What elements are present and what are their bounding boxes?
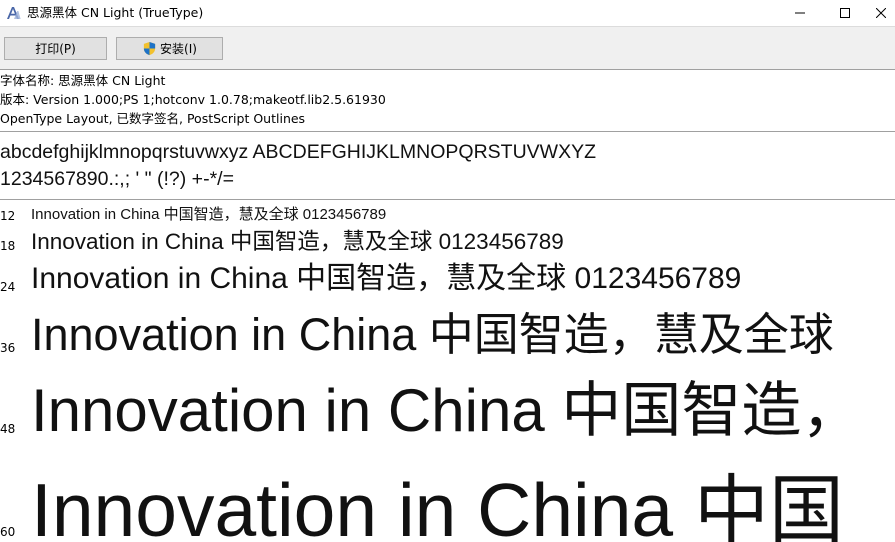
sample-text: Innovation in China 中国 [31,468,844,542]
size-label: 36 [0,341,16,355]
size-label: 12 [0,209,16,223]
sample-text: Innovation in China 中国智造，慧及全球 0123456789 [31,229,564,254]
size-label: 48 [0,422,16,436]
size-label: 24 [0,280,16,294]
sample-text: Innovation in China 中国智造，慧及全球 0123456789 [31,206,387,223]
size-samples: 12 Innovation in China 中国智造，慧及全球 0123456… [0,0,895,542]
size-label: 18 [0,239,16,253]
sample-text: Innovation in China 中国智造，慧及全球 0123456789 [31,262,742,295]
size-label: 60 [0,525,16,539]
sample-text: Innovation in China 中国智造，慧及全球 [31,309,834,360]
sample-text: Innovation in China 中国智造， [31,377,862,444]
